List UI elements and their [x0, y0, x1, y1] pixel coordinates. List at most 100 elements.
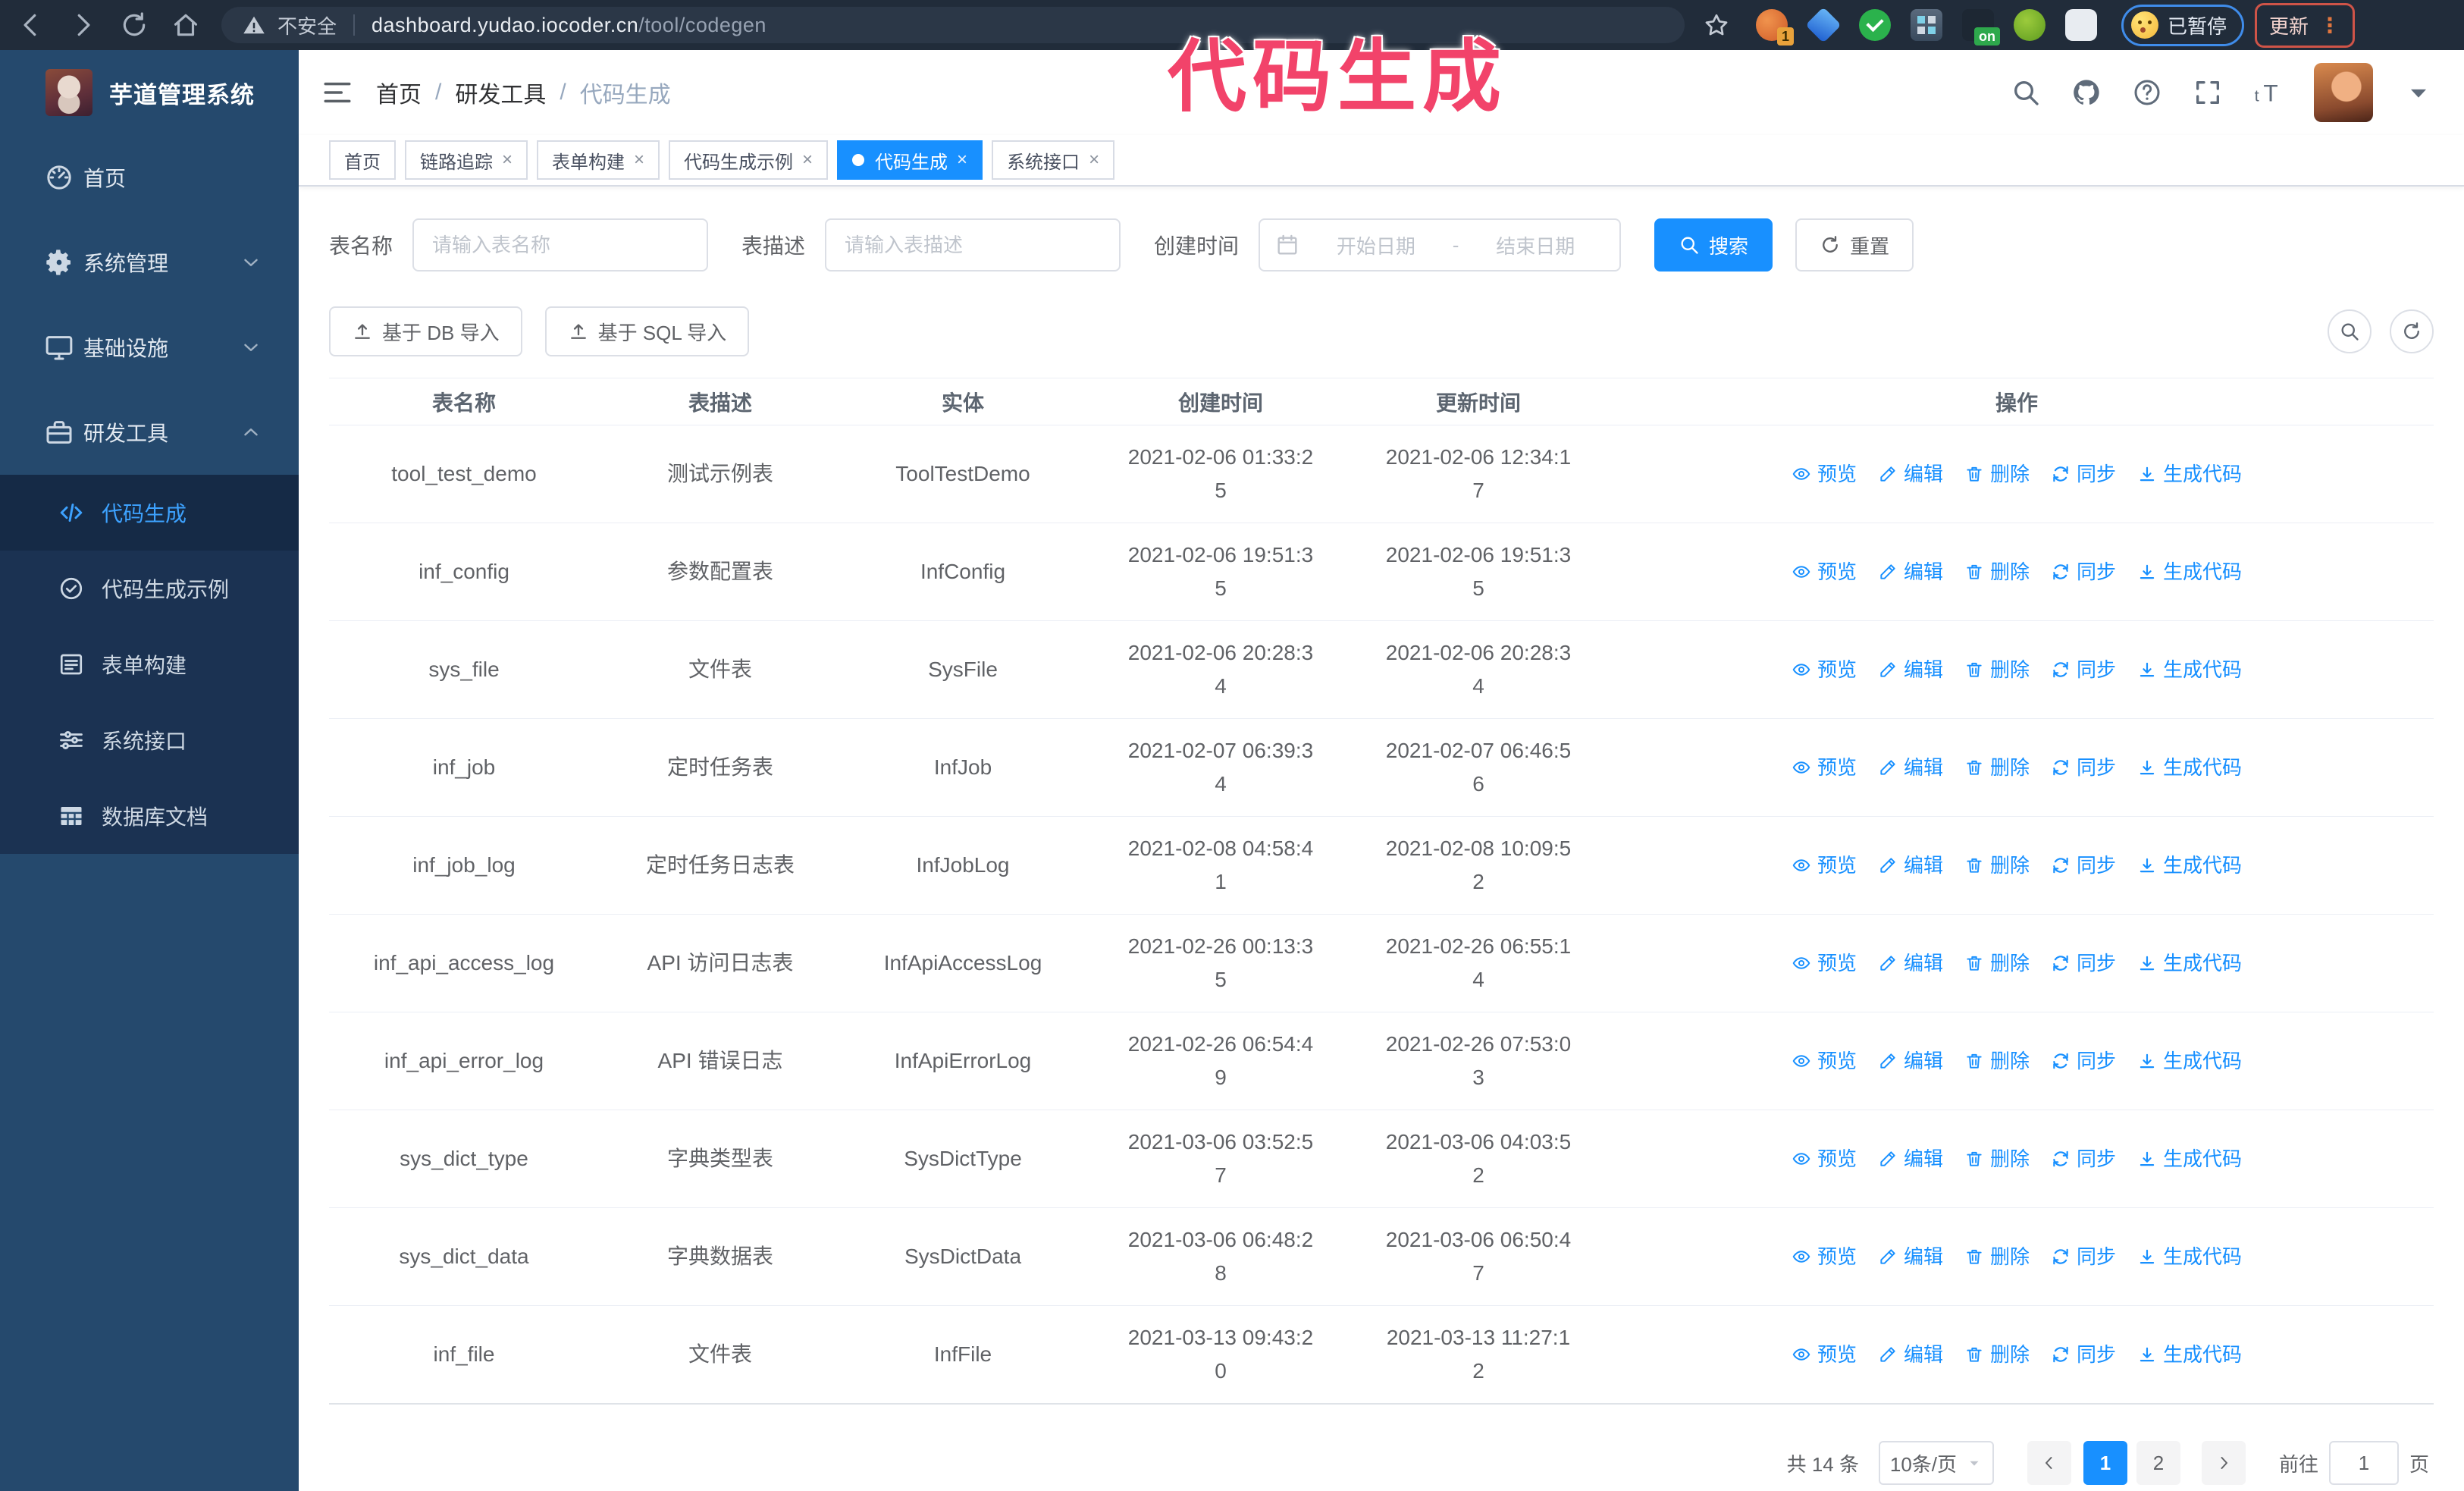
- fullscreen-icon[interactable]: [2193, 77, 2223, 108]
- action-download-link[interactable]: 生成代码: [2137, 946, 2242, 980]
- end-date-placeholder[interactable]: 结束日期: [1466, 231, 1604, 259]
- action-delete-link[interactable]: 删除: [1964, 555, 2030, 589]
- action-sync-link[interactable]: 同步: [2051, 849, 2116, 882]
- action-eye-link[interactable]: 预览: [1792, 555, 1857, 589]
- action-download-link[interactable]: 生成代码: [2137, 1338, 2242, 1371]
- tab-首页[interactable]: 首页: [329, 140, 396, 180]
- github-icon[interactable]: [2071, 77, 2102, 108]
- action-edit-link[interactable]: 编辑: [1878, 946, 1943, 980]
- goto-page-input[interactable]: [2328, 1441, 2399, 1485]
- action-delete-link[interactable]: 删除: [1964, 457, 2030, 491]
- start-date-placeholder[interactable]: 开始日期: [1307, 231, 1445, 259]
- forward-icon[interactable]: [68, 11, 97, 39]
- avatar[interactable]: [2314, 63, 2373, 122]
- date-range-picker[interactable]: 开始日期 - 结束日期: [1259, 218, 1622, 272]
- sidebar-item-3[interactable]: 基础设施: [0, 305, 299, 390]
- tab-代码生成示例[interactable]: 代码生成示例 ×: [669, 140, 829, 180]
- tab-close-icon[interactable]: ×: [802, 149, 813, 171]
- action-eye-link[interactable]: 预览: [1792, 1240, 1857, 1273]
- back-icon[interactable]: [17, 11, 45, 39]
- breadcrumb-item[interactable]: 首页: [376, 76, 422, 109]
- action-eye-link[interactable]: 预览: [1792, 1044, 1857, 1078]
- toggle-search-button[interactable]: [2328, 309, 2372, 353]
- action-delete-link[interactable]: 删除: [1964, 1044, 2030, 1078]
- hamburger-icon[interactable]: [321, 77, 353, 108]
- action-download-link[interactable]: 生成代码: [2137, 751, 2242, 784]
- search-button[interactable]: 搜索: [1654, 218, 1773, 272]
- action-download-link[interactable]: 生成代码: [2137, 457, 2242, 491]
- tab-表单构建[interactable]: 表单构建 ×: [537, 140, 660, 180]
- help-icon[interactable]: [2132, 77, 2162, 108]
- action-eye-link[interactable]: 预览: [1792, 653, 1857, 686]
- recorder-icon[interactable]: on: [1962, 9, 2000, 46]
- action-delete-link[interactable]: 删除: [1964, 849, 2030, 882]
- action-download-link[interactable]: 生成代码: [2137, 1044, 2242, 1078]
- page-button-2[interactable]: 2: [2136, 1441, 2180, 1485]
- action-edit-link[interactable]: 编辑: [1878, 457, 1943, 491]
- sidebar-item-1[interactable]: 首页: [0, 135, 299, 220]
- reload-icon[interactable]: [120, 11, 149, 39]
- tab-close-icon[interactable]: ×: [1089, 149, 1099, 171]
- next-page-button[interactable]: [2201, 1441, 2246, 1485]
- grid-extension-icon[interactable]: [1911, 9, 1942, 41]
- action-sync-link[interactable]: 同步: [2051, 1044, 2116, 1078]
- chevron-down-icon[interactable]: [2403, 77, 2434, 108]
- action-edit-link[interactable]: 编辑: [1878, 1338, 1943, 1371]
- sidebar-subitem-5[interactable]: 数据库文档: [0, 778, 299, 854]
- action-download-link[interactable]: 生成代码: [2137, 849, 2242, 882]
- browser-update-button[interactable]: 更新 ⋮: [2255, 2, 2356, 48]
- bookmark-star-icon[interactable]: [1703, 11, 1730, 39]
- refresh-table-button[interactable]: [2390, 309, 2434, 353]
- page-button-1[interactable]: 1: [2083, 1441, 2127, 1485]
- action-delete-link[interactable]: 删除: [1964, 751, 2030, 784]
- action-sync-link[interactable]: 同步: [2051, 457, 2116, 491]
- sidebar-item-4[interactable]: 研发工具: [0, 390, 299, 475]
- action-download-link[interactable]: 生成代码: [2137, 653, 2242, 686]
- action-edit-link[interactable]: 编辑: [1878, 555, 1943, 589]
- table-name-input[interactable]: [412, 218, 709, 272]
- action-download-link[interactable]: 生成代码: [2137, 555, 2242, 589]
- import-db-button[interactable]: 基于 DB 导入: [329, 306, 522, 356]
- search-icon[interactable]: [2011, 77, 2041, 108]
- table-desc-input[interactable]: [825, 218, 1121, 272]
- breadcrumb-item[interactable]: 研发工具: [455, 76, 546, 109]
- action-sync-link[interactable]: 同步: [2051, 555, 2116, 589]
- action-sync-link[interactable]: 同步: [2051, 653, 2116, 686]
- action-eye-link[interactable]: 预览: [1792, 1338, 1857, 1371]
- action-download-link[interactable]: 生成代码: [2137, 1142, 2242, 1176]
- tab-系统接口[interactable]: 系统接口 ×: [992, 140, 1115, 180]
- action-sync-link[interactable]: 同步: [2051, 946, 2116, 980]
- action-edit-link[interactable]: 编辑: [1878, 751, 1943, 784]
- action-edit-link[interactable]: 编辑: [1878, 653, 1943, 686]
- action-eye-link[interactable]: 预览: [1792, 751, 1857, 784]
- tab-close-icon[interactable]: ×: [502, 149, 513, 171]
- extension-orange-icon[interactable]: 1: [1756, 9, 1794, 46]
- action-delete-link[interactable]: 删除: [1964, 1142, 2030, 1176]
- app-logo[interactable]: 芋道管理系统: [0, 50, 299, 135]
- action-edit-link[interactable]: 编辑: [1878, 849, 1943, 882]
- profile-paused-badge[interactable]: 已暂停: [2121, 4, 2245, 46]
- action-eye-link[interactable]: 预览: [1792, 849, 1857, 882]
- action-edit-link[interactable]: 编辑: [1878, 1142, 1943, 1176]
- sidebar-subitem-3[interactable]: 表单构建: [0, 626, 299, 702]
- browser-menu-icon[interactable]: ⋮: [2319, 13, 2340, 38]
- tab-close-icon[interactable]: ×: [634, 149, 644, 171]
- action-delete-link[interactable]: 删除: [1964, 1240, 2030, 1273]
- gem-icon[interactable]: [1805, 7, 1842, 43]
- sidebar-subitem-2[interactable]: 代码生成示例: [0, 551, 299, 626]
- tab-链路追踪[interactable]: 链路追踪 ×: [405, 140, 528, 180]
- tab-close-icon[interactable]: ×: [957, 149, 967, 171]
- action-eye-link[interactable]: 预览: [1792, 1142, 1857, 1176]
- action-eye-link[interactable]: 预览: [1792, 946, 1857, 980]
- puzzle-icon[interactable]: [2065, 9, 2097, 41]
- home-icon[interactable]: [171, 11, 200, 39]
- sidebar-item-2[interactable]: 系统管理: [0, 220, 299, 305]
- action-sync-link[interactable]: 同步: [2051, 1240, 2116, 1273]
- address-bar[interactable]: 不安全 dashboard.yudao.iocoder.cn/tool/code…: [221, 7, 1685, 43]
- action-download-link[interactable]: 生成代码: [2137, 1240, 2242, 1273]
- sidebar-subitem-4[interactable]: 系统接口: [0, 702, 299, 778]
- tab-代码生成[interactable]: 代码生成 ×: [837, 140, 983, 180]
- android-icon[interactable]: [2014, 9, 2045, 41]
- action-delete-link[interactable]: 删除: [1964, 653, 2030, 686]
- prev-page-button[interactable]: [2027, 1441, 2071, 1485]
